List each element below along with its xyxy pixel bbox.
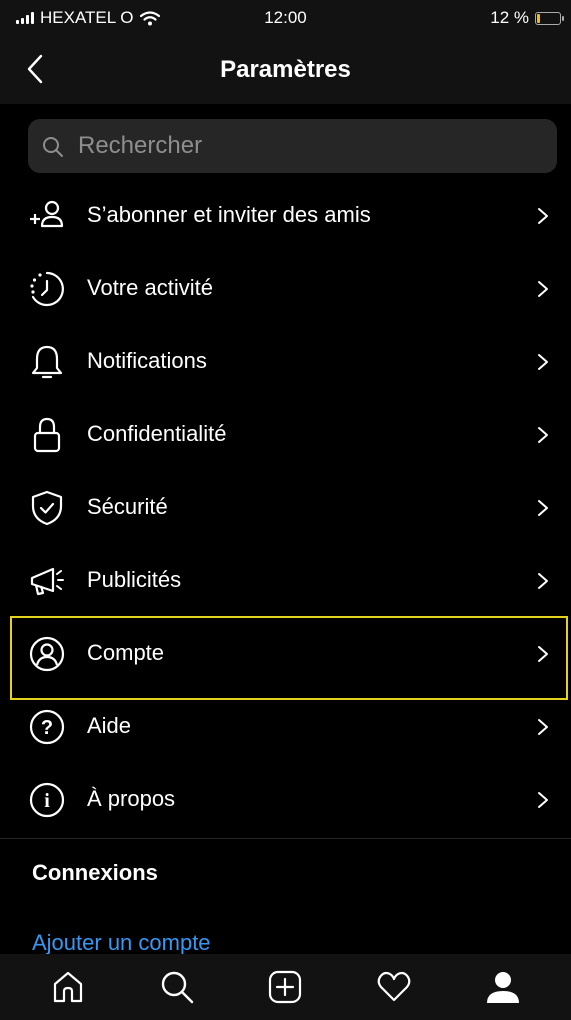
info-icon: i — [29, 782, 65, 818]
menu-item-label: Aide — [87, 713, 132, 738]
tab-new-post[interactable] — [259, 961, 311, 1013]
menu-item-label: Confidentialité — [87, 421, 227, 446]
chevron-right-icon — [538, 500, 548, 516]
heart-icon — [377, 971, 411, 1002]
chevron-right-icon — [538, 208, 548, 224]
menu-item-label: Sécurité — [87, 494, 168, 519]
menu-item-notifications[interactable]: Notifications — [0, 325, 571, 398]
lock-icon — [33, 417, 61, 453]
section-divider — [0, 838, 571, 839]
tab-home[interactable] — [42, 961, 94, 1013]
menu-item-follow-invite[interactable]: S’abonner et inviter des amis — [0, 179, 571, 252]
menu-item-help[interactable]: ? Aide — [0, 690, 571, 763]
menu-item-label: Votre activité — [87, 275, 213, 300]
chevron-right-icon — [538, 792, 548, 808]
chevron-right-icon — [538, 573, 548, 589]
profile-icon — [486, 972, 519, 1003]
connections-heading: Connexions — [32, 860, 158, 885]
battery-icon — [535, 11, 564, 25]
search-input[interactable] — [78, 119, 538, 173]
chevron-right-icon — [538, 427, 548, 443]
search-icon — [43, 137, 63, 157]
menu-item-label: S’abonner et inviter des amis — [87, 202, 371, 227]
tab-search[interactable] — [151, 961, 203, 1013]
chevron-right-icon — [538, 281, 548, 297]
tab-bar — [0, 954, 571, 1020]
new-post-icon — [269, 970, 302, 1004]
tab-profile[interactable] — [477, 961, 529, 1013]
tab-activity[interactable] — [368, 961, 420, 1013]
battery-status: 12 % — [490, 8, 564, 28]
home-icon — [54, 971, 83, 1003]
help-icon: ? — [29, 709, 65, 745]
svg-text:?: ? — [41, 717, 53, 739]
battery-percent: 12 % — [490, 8, 529, 27]
settings-menu: S’abonner et inviter des amis Votre acti… — [0, 179, 571, 836]
menu-item-privacy[interactable]: Confidentialité — [0, 398, 571, 471]
search-icon — [161, 971, 194, 1004]
menu-item-label: Notifications — [87, 348, 207, 373]
status-bar: HEXATEL O 12:00 12 % — [0, 0, 571, 34]
menu-item-about[interactable]: i À propos — [0, 763, 571, 836]
menu-item-ads[interactable]: Publicités — [0, 544, 571, 617]
chevron-right-icon — [538, 354, 548, 370]
page-title: Paramètres — [220, 56, 351, 83]
menu-item-label: À propos — [87, 786, 176, 811]
menu-item-activity[interactable]: Votre activité — [0, 252, 571, 325]
menu-item-label: Compte — [87, 640, 165, 665]
megaphone-icon — [30, 567, 64, 596]
menu-item-security[interactable]: Sécurité — [0, 471, 571, 544]
clock: 12:00 — [264, 8, 307, 27]
navigation-bar: Paramètres — [0, 34, 571, 104]
add-person-icon — [30, 200, 64, 228]
account-circle-icon — [29, 636, 65, 672]
shield-icon — [31, 490, 63, 526]
add-account-link[interactable]: Ajouter un compte — [32, 930, 211, 956]
svg-text:i: i — [44, 790, 50, 812]
activity-clock-icon — [30, 271, 64, 307]
menu-item-label: Publicités — [87, 567, 182, 592]
search-bar[interactable] — [28, 119, 557, 173]
chevron-right-icon — [538, 646, 548, 662]
menu-item-account[interactable]: Compte — [0, 617, 571, 690]
bell-icon — [31, 345, 63, 379]
chevron-right-icon — [538, 719, 548, 735]
